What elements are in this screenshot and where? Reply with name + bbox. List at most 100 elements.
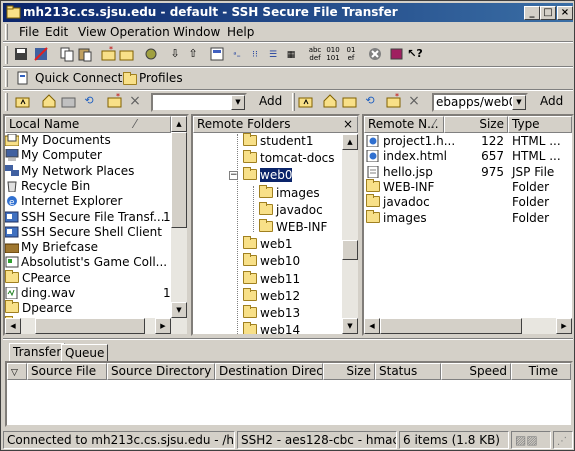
tab-transfer[interactable]: Transfer bbox=[9, 343, 66, 361]
tree-item-web1[interactable]: web1 bbox=[243, 236, 292, 252]
tree-item-web14[interactable]: web14 bbox=[243, 322, 300, 334]
menu-window[interactable]: Window bbox=[173, 25, 220, 39]
remote-file-row[interactable]: images Folder bbox=[364, 209, 572, 226]
close-button[interactable]: × bbox=[557, 6, 573, 20]
scroll-left-button[interactable]: ◀ bbox=[5, 318, 21, 334]
save-icon[interactable] bbox=[13, 46, 29, 62]
local-home-icon[interactable] bbox=[41, 93, 57, 109]
remote-delete-icon[interactable]: × bbox=[406, 93, 422, 109]
tree-item-web13[interactable]: web13 bbox=[243, 305, 300, 321]
local-list-item[interactable]: CPearce bbox=[5, 269, 171, 286]
scroll-left-button[interactable]: ◀ bbox=[364, 318, 380, 334]
scroll-thumb[interactable] bbox=[342, 240, 358, 260]
remote-file-row[interactable]: hello.jsp 975 JSP File bbox=[364, 165, 572, 180]
menu-view[interactable]: View bbox=[78, 25, 106, 39]
local-list-item[interactable]: ding.wav11 bbox=[5, 286, 178, 301]
stop-icon[interactable] bbox=[367, 46, 383, 62]
remote-horizontal-scrollbar[interactable]: ◀ ▶ bbox=[364, 318, 572, 334]
local-new-folder-icon[interactable]: * bbox=[107, 92, 123, 109]
local-file-pane[interactable]: Local Name ⁄ My Documents My Computer My N… bbox=[3, 114, 189, 336]
transfer-direction-header[interactable]: ▽ bbox=[7, 363, 27, 380]
local-list-item[interactable]: My Network Places bbox=[5, 164, 171, 179]
scroll-right-button[interactable]: ▶ bbox=[155, 318, 171, 334]
remote-new-folder-icon[interactable]: * bbox=[386, 92, 402, 109]
new-folder-icon[interactable]: * bbox=[101, 45, 117, 62]
col-status[interactable]: Status bbox=[375, 363, 441, 380]
col-speed[interactable]: Speed bbox=[441, 363, 511, 380]
remote-refresh-icon[interactable]: ⟲ bbox=[362, 93, 378, 109]
scroll-right-button[interactable]: ▶ bbox=[556, 318, 572, 334]
tree-item-student1[interactable]: student1 bbox=[243, 133, 314, 149]
local-name-header[interactable]: Local Name ⁄ bbox=[5, 116, 171, 133]
local-list-item[interactable]: SSH Secure File Transf... 1 bbox=[5, 210, 171, 225]
local-add-button[interactable]: Add bbox=[259, 94, 282, 108]
remote-size-header[interactable]: Size bbox=[444, 116, 508, 133]
remote-path-combo[interactable]: ebapps/web0 ▼ bbox=[432, 93, 528, 112]
view-icon[interactable] bbox=[209, 46, 225, 62]
col-size[interactable]: Size bbox=[323, 363, 375, 380]
local-list-item[interactable]: SSH Secure Shell Client bbox=[5, 225, 171, 240]
local-list-item[interactable]: Dpearce bbox=[5, 300, 171, 316]
menu-edit[interactable]: Edit bbox=[45, 25, 68, 39]
auto-mode-icon[interactable]: 01 ef bbox=[343, 46, 359, 62]
remote-file-row[interactable]: index.html 657 HTML ... bbox=[364, 149, 572, 164]
tree-item-tomcat-docs[interactable]: tomcat-docs bbox=[243, 150, 335, 166]
local-list-item[interactable]: My Computer bbox=[5, 148, 171, 163]
remote-name-header[interactable]: Remote N... ⁄ bbox=[364, 116, 444, 133]
hscroll-thumb[interactable] bbox=[380, 318, 522, 334]
scroll-thumb[interactable] bbox=[171, 132, 187, 228]
hscroll-thumb[interactable] bbox=[35, 318, 145, 334]
copy-icon[interactable] bbox=[59, 46, 75, 62]
collapse-toggle-icon[interactable]: − bbox=[229, 171, 238, 180]
large-icons-icon[interactable]: ᵃ₌ bbox=[229, 46, 245, 62]
tree-item-web0[interactable]: web0 bbox=[243, 167, 294, 184]
resize-grip-icon[interactable]: ⋰ bbox=[553, 431, 573, 449]
local-horizontal-scrollbar[interactable]: ◀ ▶ bbox=[5, 318, 187, 334]
local-list-item[interactable]: e Internet Explorer bbox=[5, 194, 171, 209]
local-delete-icon[interactable]: × bbox=[127, 93, 143, 109]
paste-icon[interactable] bbox=[77, 46, 93, 62]
local-list-item[interactable]: My Briefcase bbox=[5, 240, 171, 255]
settings-icon[interactable] bbox=[143, 46, 159, 62]
local-vertical-scrollbar[interactable]: ▲ ▼ bbox=[171, 116, 187, 318]
local-list-item[interactable]: My Documents bbox=[5, 133, 171, 148]
remote-add-button[interactable]: Add bbox=[540, 94, 563, 108]
whats-this-icon[interactable]: ↖? bbox=[407, 46, 423, 62]
scroll-up-button[interactable]: ▲ bbox=[342, 134, 358, 150]
maximize-button[interactable]: □ bbox=[540, 6, 556, 20]
help-book-icon[interactable] bbox=[389, 46, 405, 62]
minimize-button[interactable]: _ bbox=[524, 6, 540, 20]
remote-file-row[interactable]: WEB-INF Folder bbox=[364, 178, 572, 195]
remote-up-folder-icon[interactable] bbox=[298, 93, 314, 109]
chevron-down-icon[interactable]: ▼ bbox=[512, 95, 526, 110]
col-source-directory[interactable]: Source Directory bbox=[107, 363, 215, 380]
binary-mode-icon[interactable]: 010 101 bbox=[325, 46, 341, 62]
remote-file-row[interactable]: project1.h... 122 HTML ... bbox=[364, 134, 572, 149]
menu-file[interactable]: File bbox=[19, 25, 39, 39]
local-refresh-icon[interactable]: ⟲ bbox=[81, 93, 97, 109]
local-list-item[interactable]: Absolutist's Game Coll... bbox=[5, 255, 171, 270]
transfer-list[interactable]: ▽ Source File Source Directory Destinati… bbox=[5, 361, 573, 427]
ascii-mode-icon[interactable]: abc def bbox=[307, 46, 323, 62]
scroll-down-button[interactable]: ▼ bbox=[171, 302, 187, 318]
tab-queue[interactable]: Queue bbox=[61, 344, 109, 362]
local-up-folder-icon[interactable] bbox=[15, 93, 31, 109]
remote-file-row[interactable]: javadoc Folder bbox=[364, 194, 572, 210]
details-view-icon[interactable]: ▦ bbox=[283, 46, 299, 62]
local-path-combo[interactable]: ▼ bbox=[151, 93, 247, 112]
col-time[interactable]: Time bbox=[511, 363, 571, 380]
download-icon[interactable]: ⇩ bbox=[167, 46, 183, 62]
tree-item-web10[interactable]: web10 bbox=[243, 253, 300, 269]
tree-item-web12[interactable]: web12 bbox=[243, 287, 300, 304]
upload-icon[interactable]: ⇧ bbox=[185, 46, 201, 62]
tree-item-javadoc[interactable]: javadoc bbox=[259, 201, 323, 218]
tree-item-web11[interactable]: web11 bbox=[243, 270, 300, 287]
profiles-button[interactable]: Profiles bbox=[123, 70, 193, 88]
disconnect-icon[interactable] bbox=[33, 46, 49, 62]
close-tree-icon[interactable]: × bbox=[343, 117, 353, 132]
tree-vertical-scrollbar[interactable]: ▲ ▼ bbox=[342, 134, 358, 334]
remote-file-pane[interactable]: Remote N... ⁄ Size Type project1.h... 122… bbox=[362, 114, 574, 336]
local-folder-icon[interactable] bbox=[61, 93, 77, 109]
rename-folder-icon[interactable] bbox=[119, 46, 135, 62]
pane-splitter[interactable] bbox=[3, 338, 573, 340]
